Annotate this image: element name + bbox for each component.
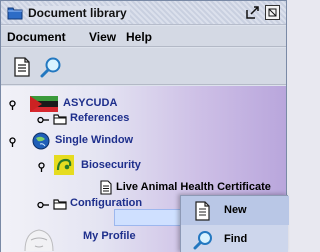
tree-node-biosecurity[interactable]: Biosecurity	[1, 155, 286, 175]
tree-node-references[interactable]: References	[1, 111, 286, 127]
tree-label: References	[70, 112, 130, 124]
tree-label: ASYCUDA	[63, 97, 118, 109]
collapsed-handle-icon[interactable]	[37, 199, 49, 209]
tree-label: My Profile	[83, 230, 136, 242]
biosecurity-icon	[54, 155, 74, 178]
folder-icon	[7, 5, 23, 20]
menu-document[interactable]: Document	[7, 30, 66, 44]
menu-view[interactable]: View	[89, 30, 116, 44]
context-menu-find[interactable]: Find	[181, 225, 289, 252]
document-icon[interactable]	[11, 56, 33, 78]
globe-icon	[32, 132, 50, 153]
expanded-handle-icon[interactable]	[8, 99, 17, 110]
search-icon	[193, 230, 213, 250]
tree-node-single-window[interactable]: Single Window	[1, 132, 286, 150]
expanded-handle-icon[interactable]	[37, 161, 46, 172]
expanded-handle-icon[interactable]	[8, 136, 17, 147]
document-icon	[193, 201, 213, 221]
folder-icon	[53, 198, 67, 213]
tree-node-live-animal-health-certificate[interactable]: Live Animal Health Certificate	[1, 180, 286, 196]
context-menu-label: Find	[224, 233, 248, 245]
window-title: Document library	[28, 6, 130, 20]
tree-label: Biosecurity	[81, 159, 141, 171]
tree-label: Single Window	[55, 134, 134, 146]
tree-label: Live Animal Health Certificate	[116, 181, 271, 193]
title-bar[interactable]: Document library	[1, 1, 286, 25]
context-menu-new[interactable]: New	[181, 196, 289, 225]
search-icon[interactable]	[40, 56, 62, 78]
tree-node-asycuda[interactable]: ASYCUDA	[1, 96, 286, 112]
menu-help[interactable]: Help	[126, 30, 152, 44]
tree-label: Configuration	[70, 197, 143, 209]
toolbar	[1, 48, 286, 85]
maximize-icon[interactable]	[265, 5, 280, 20]
menu-bar: Document View Help	[1, 26, 286, 47]
undock-icon[interactable]	[245, 5, 260, 20]
context-menu: New Find	[180, 195, 289, 252]
document-library-window: Document library Document View Help ASYC…	[0, 0, 289, 252]
folder-icon	[53, 113, 67, 128]
context-menu-label: New	[224, 204, 247, 216]
collapsed-handle-icon[interactable]	[37, 114, 49, 124]
